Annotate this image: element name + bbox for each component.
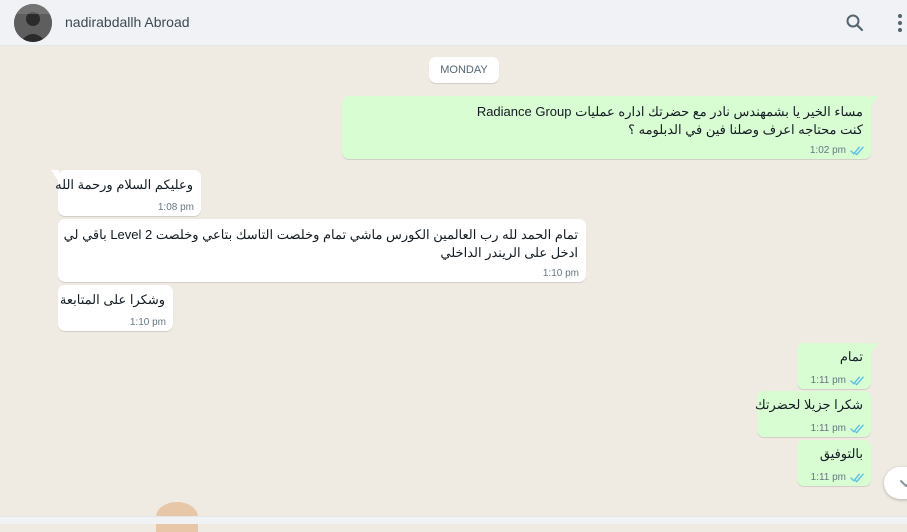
message-line: ادخل على الريندر الداخلي — [440, 245, 578, 260]
message-outgoing[interactable]: تمام 1:11 pm — [797, 343, 878, 389]
double-check-icon — [850, 473, 864, 483]
chat-header: nadirabdallh Abroad — [0, 0, 907, 46]
message-list[interactable]: MONDAY مساء الخير يا بشمهندس نادر مع حضر… — [0, 46, 907, 516]
double-check-icon — [850, 146, 864, 156]
message-time: 1:11 pm — [810, 472, 846, 483]
message-line: بالتوفيق — [819, 446, 863, 461]
message-time: 1:11 pm — [810, 423, 846, 434]
message-line: مساء الخير يا بشمهندس نادر مع حضرتك ادار… — [476, 104, 863, 119]
chevron-down-icon — [900, 480, 907, 487]
message-incoming[interactable]: وعليكم السلام ورحمة الله 1:08 pm — [51, 170, 201, 216]
message-time: 1:11 pm — [810, 375, 846, 386]
message-line: كنت محتاجه اعرف وصلنا فين في الدبلومه ؟ — [628, 122, 863, 137]
message-time: 1:02 pm — [809, 145, 846, 156]
composer-bar — [0, 516, 907, 524]
message-line: وشكرا على المتابعة — [59, 292, 165, 307]
message-line: شكرا جزيلا لحضرتك — [754, 397, 863, 412]
message-time: 1:10 pm — [129, 317, 166, 328]
day-divider: MONDAY — [429, 57, 499, 83]
message-line: تمام — [839, 349, 863, 364]
message-line: وعليكم السلام ورحمة الله — [55, 177, 193, 192]
message-time: 1:08 pm — [157, 202, 194, 213]
message-outgoing[interactable]: بالتوفيق 1:11 pm — [797, 440, 871, 486]
bubble-tail — [870, 96, 878, 108]
double-check-icon — [850, 424, 864, 434]
double-check-icon — [850, 376, 864, 386]
message-time: 1:10 pm — [542, 268, 579, 279]
message-line: تمام الحمد لله رب العالمين الكورس ماشي ت… — [63, 227, 578, 242]
contact-avatar[interactable] — [14, 4, 52, 42]
message-outgoing[interactable]: مساء الخير يا بشمهندس نادر مع حضرتك ادار… — [342, 96, 878, 159]
message-outgoing[interactable]: شكرا جزيلا لحضرتك 1:11 pm — [754, 391, 871, 437]
message-incoming[interactable]: وشكرا على المتابعة 1:10 pm — [58, 285, 173, 331]
contact-name[interactable]: nadirabdallh Abroad — [65, 14, 190, 30]
search-icon — [846, 14, 864, 32]
menu-dots-icon — [898, 14, 902, 32]
bubble-tail — [870, 343, 878, 355]
avatar-image — [14, 4, 52, 42]
menu-button[interactable] — [888, 11, 907, 35]
message-incoming[interactable]: تمام الحمد لله رب العالمين الكورس ماشي ت… — [58, 219, 586, 282]
search-button[interactable] — [843, 11, 867, 35]
